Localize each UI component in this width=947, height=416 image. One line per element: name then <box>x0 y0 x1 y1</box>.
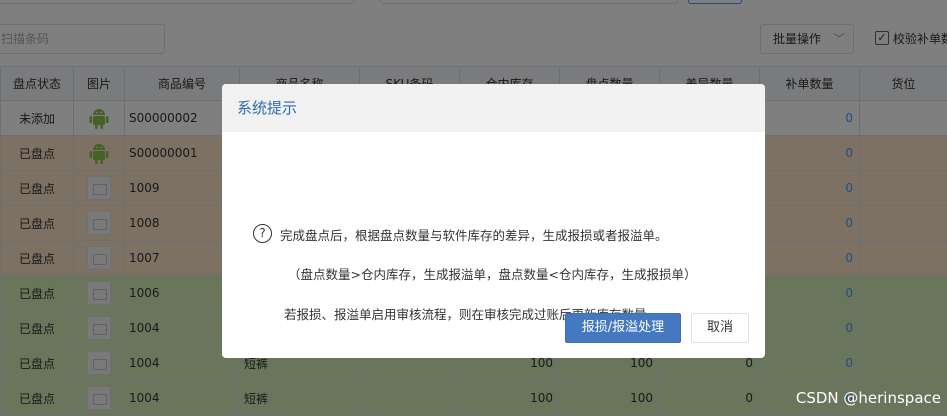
question-icon: ? <box>253 224 272 243</box>
cancel-button[interactable]: 取消 <box>691 313 749 343</box>
watermark: CSDN @herinspace <box>795 389 941 407</box>
loss-overflow-process-button[interactable]: 报损/报溢处理 <box>565 313 681 343</box>
dialog-message-line-1: 完成盘点后，根据盘点数量与软件库存的差异，生成报损或者报溢单。 <box>280 228 668 243</box>
dialog-title: 系统提示 <box>222 84 765 132</box>
system-prompt-dialog: 系统提示 ? 完成盘点后，根据盘点数量与软件库存的差异，生成报损或者报溢单。 （… <box>222 84 765 358</box>
dialog-message-line-2: （盘点数量>仓内库存，生成报溢单，盘点数量<仓内库存，生成报损单） <box>288 267 697 282</box>
